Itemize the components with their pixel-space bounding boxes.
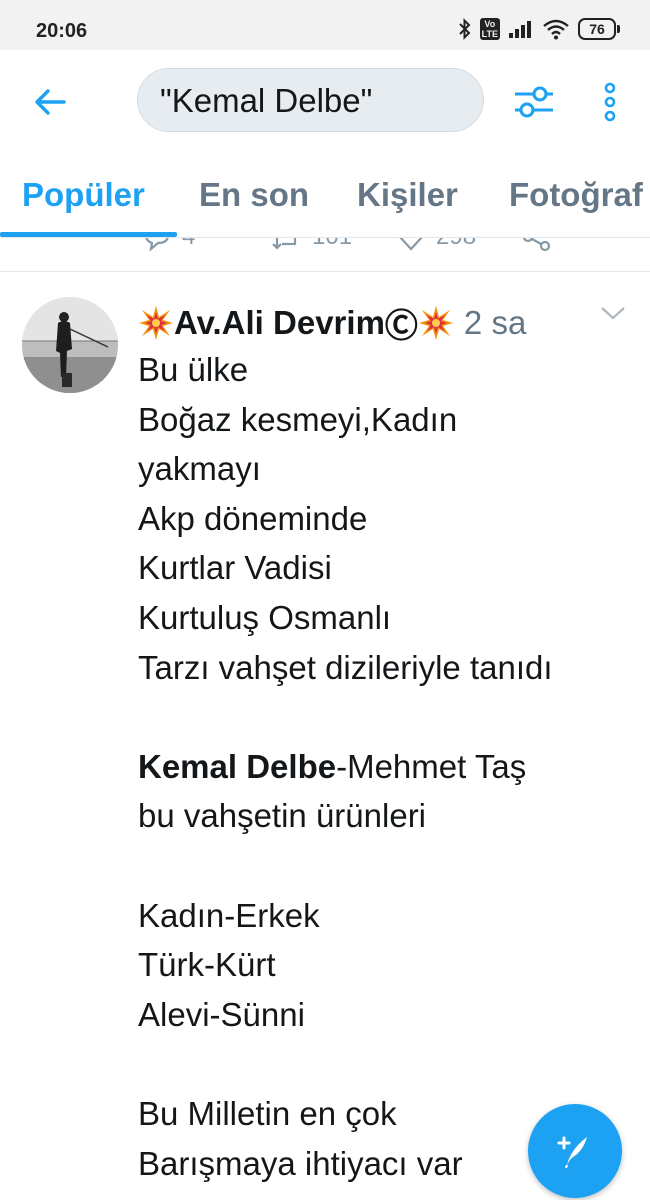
like-count: 298 xyxy=(436,238,476,251)
filter-sliders-icon xyxy=(515,86,553,118)
tweet-line: Boğaz kesmeyi,Kadın xyxy=(138,400,458,438)
author-name[interactable]: Av.Ali Devrim xyxy=(174,304,385,342)
collision-emoji-icon xyxy=(139,306,173,340)
volte-icon: Vo LTE xyxy=(479,18,500,40)
tweet-line: Alevi-Sünni xyxy=(138,995,305,1033)
reply-action[interactable]: 4 xyxy=(142,238,195,252)
tweet-menu-button[interactable] xyxy=(600,305,626,326)
retweet-action[interactable]: 101 xyxy=(270,238,352,252)
like-action[interactable]: 298 xyxy=(396,238,476,252)
tweet-text: Bu ülke Boğaz kesmeyi,Kadın yakmayı Akp … xyxy=(138,345,638,1188)
avatar[interactable] xyxy=(22,297,118,393)
tweet-line: bu vahşetin ürünleri xyxy=(138,797,427,835)
search-query: "Kemal Delbe" xyxy=(160,82,373,119)
more-options-button[interactable] xyxy=(590,78,630,126)
tweet-line: Kurtlar Vadisi xyxy=(138,549,332,587)
status-icons: Vo LTE 76 xyxy=(458,18,620,40)
tab-fotograf[interactable]: Fotoğraf xyxy=(509,176,643,214)
active-tab-indicator xyxy=(0,232,177,237)
search-tabs: Popüler En son Kişiler Fotoğraf xyxy=(0,150,650,238)
tweet-line-highlight: Kemal Delbe-Mehmet Taş xyxy=(138,742,638,792)
status-bar: 20:06 Vo LTE 76 xyxy=(0,0,650,50)
tweet-line: Akp döneminde xyxy=(138,499,368,537)
tweet-line: Tarzı vahşet dizileriyle tanıdı xyxy=(138,648,553,686)
tab-populer[interactable]: Popüler xyxy=(22,176,145,214)
tweet-line: Türk-Kürt xyxy=(138,946,276,984)
compose-tweet-icon xyxy=(557,1136,587,1169)
retweet-count: 101 xyxy=(312,238,352,251)
search-header: "Kemal Delbe" xyxy=(0,50,650,150)
search-input[interactable]: "Kemal Delbe" xyxy=(137,68,484,132)
search-term-highlight[interactable]: Kemal Delbe xyxy=(138,748,336,785)
tweet-header: Av.Ali Devrim Ⓒ 2 sa xyxy=(138,299,526,347)
tweet[interactable]: Av.Ali Devrim Ⓒ 2 sa Bu ülke Boğaz kesme… xyxy=(0,273,650,1200)
reply-icon xyxy=(145,238,169,252)
more-vertical-icon xyxy=(604,82,616,122)
wifi-icon xyxy=(543,19,569,40)
tab-kisiler[interactable]: Kişiler xyxy=(357,176,458,214)
status-time: 20:06 xyxy=(36,20,88,42)
collision-emoji-icon xyxy=(418,306,453,340)
highlight-rest: -Mehmet Taş xyxy=(336,747,527,785)
tweet-line: yakmayı xyxy=(138,450,261,488)
heart-icon xyxy=(399,238,423,251)
filter-button[interactable] xyxy=(510,78,558,126)
avatar-photo xyxy=(22,297,118,393)
tweet-line: Bu ülke xyxy=(138,351,249,388)
tweet-line: Kadın-Erkek xyxy=(138,896,320,934)
share-icon xyxy=(523,238,551,252)
retweet-icon xyxy=(272,238,297,250)
chevron-down-icon xyxy=(601,307,625,320)
tweet-line: Kurtuluş Osmanlı xyxy=(138,598,392,636)
compose-tweet-button[interactable] xyxy=(528,1104,622,1198)
share-action[interactable] xyxy=(522,238,552,252)
back-arrow-icon xyxy=(35,89,66,115)
battery-icon: 76 xyxy=(578,18,620,40)
back-button[interactable] xyxy=(28,80,72,124)
bluetooth-icon xyxy=(458,18,471,40)
battery-level: 76 xyxy=(578,18,616,40)
author-copyright-symbol: Ⓒ xyxy=(384,307,418,344)
previous-tweet-actions: 4 101 298 xyxy=(0,238,650,272)
tweet-timestamp: 2 sa xyxy=(463,304,527,341)
reply-count: 4 xyxy=(182,238,195,251)
tab-en-son[interactable]: En son xyxy=(199,176,309,214)
signal-icon xyxy=(509,21,531,38)
